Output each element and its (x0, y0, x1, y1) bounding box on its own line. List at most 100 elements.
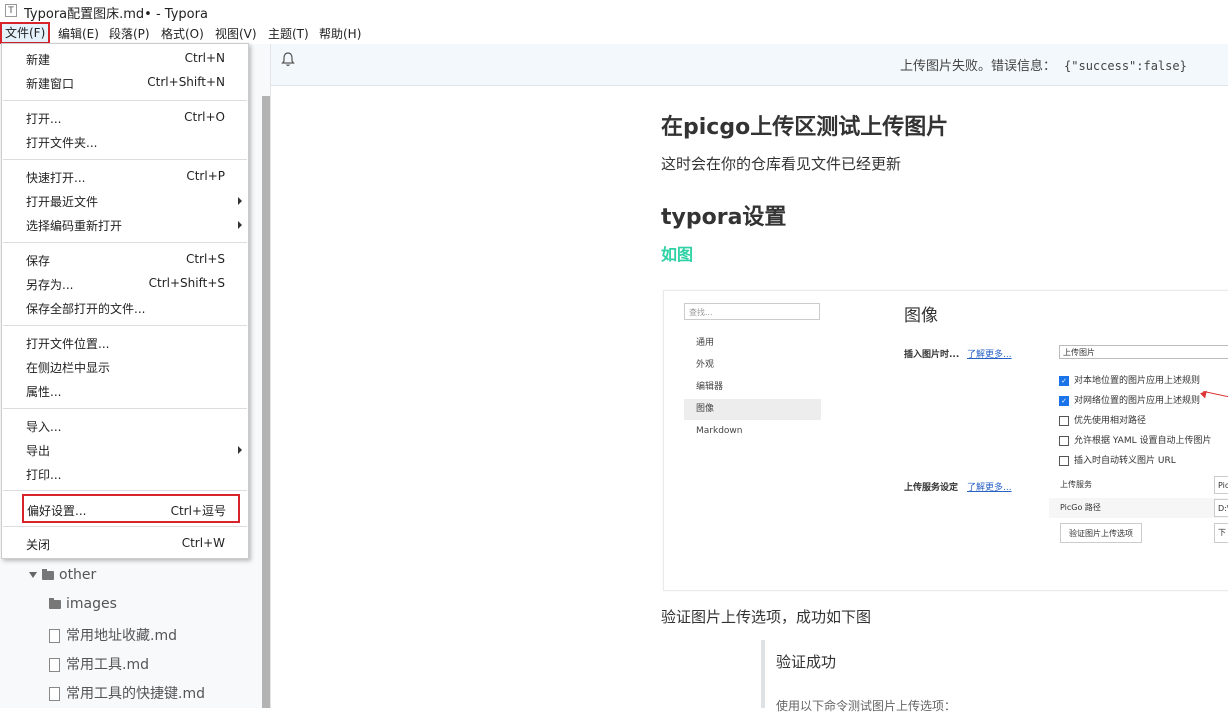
menu-item-label: 快速打开... (26, 171, 86, 185)
menu-theme[interactable]: 主题(T) (268, 25, 309, 42)
menu-item-quick-open[interactable]: 快速打开... Ctrl+P (2, 165, 248, 189)
submenu-arrow-icon (238, 446, 242, 454)
menu-item-label: 关闭 (26, 538, 51, 552)
checkbox-escape-url: 插入时自动转义图片 URL (1059, 453, 1176, 466)
check-icon: ✓ (1059, 395, 1069, 406)
bell-icon[interactable] (281, 52, 295, 71)
checkbox-relative-path: 优先使用相对路径 (1059, 413, 1146, 426)
menu-paragraph[interactable]: 段落(P) (109, 25, 150, 42)
learn-more-link: 了解更多... (967, 483, 1012, 493)
file-icon (49, 658, 60, 672)
menu-separator (3, 242, 247, 243)
menu-separator (3, 100, 247, 101)
chevron-down-icon (29, 572, 37, 578)
folder-icon (42, 568, 54, 580)
tree-item-label: 常用工具.md (66, 657, 149, 673)
tree-file[interactable]: 常用地址收藏.md (49, 625, 177, 645)
file-menu-dropdown: 新建 Ctrl+N 新建窗口 Ctrl+Shift+N 打开... Ctrl+O 打开… (1, 43, 249, 559)
menu-item-preferences[interactable]: 偏好设置... Ctrl+逗号 (22, 494, 240, 523)
menu-view[interactable]: 视图(V) (215, 25, 257, 42)
checkbox-network-rule: ✓ 对网络位置的图片应用上述规则 (1059, 393, 1200, 406)
checkbox-empty-icon (1059, 415, 1069, 426)
checkbox-local-rule: ✓ 对本地位置的图片应用上述规则 (1059, 373, 1200, 386)
settings-heading: 图像 (904, 306, 938, 326)
menu-item-label: 打开文件夹... (26, 136, 98, 150)
tree-file[interactable]: 常用工具的快捷键.md (49, 683, 205, 703)
menu-item-label: 打开... (26, 112, 62, 126)
file-icon (49, 629, 60, 643)
menu-format[interactable]: 格式(O) (161, 25, 204, 42)
tree-folder-label: other (59, 567, 97, 583)
menu-separator (3, 526, 247, 527)
menu-item-label: 偏好设置... (27, 504, 87, 518)
upload-service-row: 上传服务 (1060, 480, 1092, 489)
folder-icon (49, 597, 61, 609)
search-input: 查找... (684, 303, 820, 320)
notification-text: 上传图片失败。错误信息： (900, 59, 1057, 74)
submenu-arrow-icon (238, 221, 242, 229)
menu-item-shortcut: Ctrl+O (184, 110, 225, 124)
heading-typora-settings: typora设置 (661, 205, 787, 230)
notification-message: 上传图片失败。错误信息： {"success":false} (900, 55, 1187, 74)
typora-app-icon: T (5, 4, 17, 17)
menu-item-label: 打印... (26, 468, 62, 482)
tree-item-label: 常用地址收藏.md (66, 628, 177, 644)
menu-item-open[interactable]: 打开... Ctrl+O (2, 106, 248, 130)
red-arrow-head-icon (1199, 389, 1207, 399)
tree-file[interactable]: 常用工具.md (49, 654, 149, 674)
menu-edit[interactable]: 编辑(E) (58, 25, 99, 42)
tree-item-label: 常用工具的快捷键.md (66, 686, 205, 702)
menu-separator (3, 490, 247, 491)
menu-item-new[interactable]: 新建 Ctrl+N (2, 47, 248, 71)
menu-separator (3, 159, 247, 160)
menu-item-label: 导出 (26, 444, 51, 458)
menu-item-reveal-sidebar[interactable]: 在侧边栏中显示 (2, 355, 248, 379)
picgo-path-row: PicGo 路径 (1049, 498, 1228, 518)
paragraph-verify-success: 验证图片上传选项，成功如下图 (661, 608, 872, 626)
menu-item-open-location[interactable]: 打开文件位置... (2, 331, 248, 355)
heading-as-shown: 如图 (661, 245, 694, 264)
menu-item-export[interactable]: 导出 (2, 438, 248, 462)
menu-item-reopen-encoding[interactable]: 选择编码重新打开 (2, 213, 248, 237)
menu-item-open-recent[interactable]: 打开最近文件 (2, 189, 248, 213)
menu-item-print[interactable]: 打印... (2, 462, 248, 486)
menu-item-import[interactable]: 导入... (2, 414, 248, 438)
menu-item-new-window[interactable]: 新建窗口 Ctrl+Shift+N (2, 71, 248, 95)
menu-item-label: 打开最近文件 (26, 195, 99, 209)
verify-upload-button: 验证图片上传选项 (1060, 523, 1142, 543)
menu-item-shortcut: Ctrl+逗号 (170, 504, 226, 518)
menu-item-close[interactable]: 关闭 Ctrl+W (2, 532, 248, 556)
sidebar-scrollbar[interactable] (262, 96, 270, 708)
menu-item-save-all[interactable]: 保存全部打开的文件... (2, 296, 248, 320)
checkbox-empty-icon (1059, 435, 1069, 446)
file-icon (49, 687, 60, 701)
tree-folder-images[interactable]: images (49, 596, 117, 612)
menu-file[interactable]: 文件(F) (0, 22, 51, 44)
menu-help[interactable]: 帮助(H) (319, 25, 361, 42)
menu-item-label: 属性... (26, 385, 62, 399)
insert-image-label: 插入图片时... (904, 350, 960, 360)
nav-item-editor: 编辑器 (696, 382, 724, 392)
quote-title: 验证成功 (776, 653, 837, 671)
title-bar: T Typora配置图床.md• - Typora (0, 0, 1228, 22)
check-icon: ✓ (1059, 375, 1069, 386)
menu-item-open-folder[interactable]: 打开文件夹... (2, 130, 248, 154)
tree-folder-other[interactable]: other (29, 567, 96, 583)
heading-picgo-test: 在picgo上传区测试上传图片 (661, 115, 949, 140)
download-button: 下 (1214, 523, 1228, 543)
menu-item-shortcut: Ctrl+Shift+N (147, 75, 225, 89)
menu-item-properties[interactable]: 属性... (2, 379, 248, 403)
menu-item-save[interactable]: 保存 Ctrl+S (2, 248, 248, 272)
insert-image-select: 上传图片 (1059, 345, 1228, 359)
nav-item-appearance: 外观 (696, 360, 715, 370)
paragraph-repo-updated: 这时会在你的仓库看见文件已经更新 (661, 155, 902, 173)
menu-item-label: 新建窗口 (26, 77, 75, 91)
checkbox-label: 插入时自动转义图片 URL (1074, 456, 1176, 466)
upload-service-label: 上传服务设定 (904, 483, 959, 493)
window-title: Typora配置图床.md• - Typora (24, 7, 208, 22)
checkbox-label: 对网络位置的图片应用上述规则 (1074, 396, 1201, 406)
menu-separator (3, 325, 247, 326)
picgo-path-input: D:\ (1214, 499, 1228, 517)
menu-item-save-as[interactable]: 另存为... Ctrl+Shift+S (2, 272, 248, 296)
checkbox-label: 优先使用相对路径 (1074, 416, 1147, 426)
